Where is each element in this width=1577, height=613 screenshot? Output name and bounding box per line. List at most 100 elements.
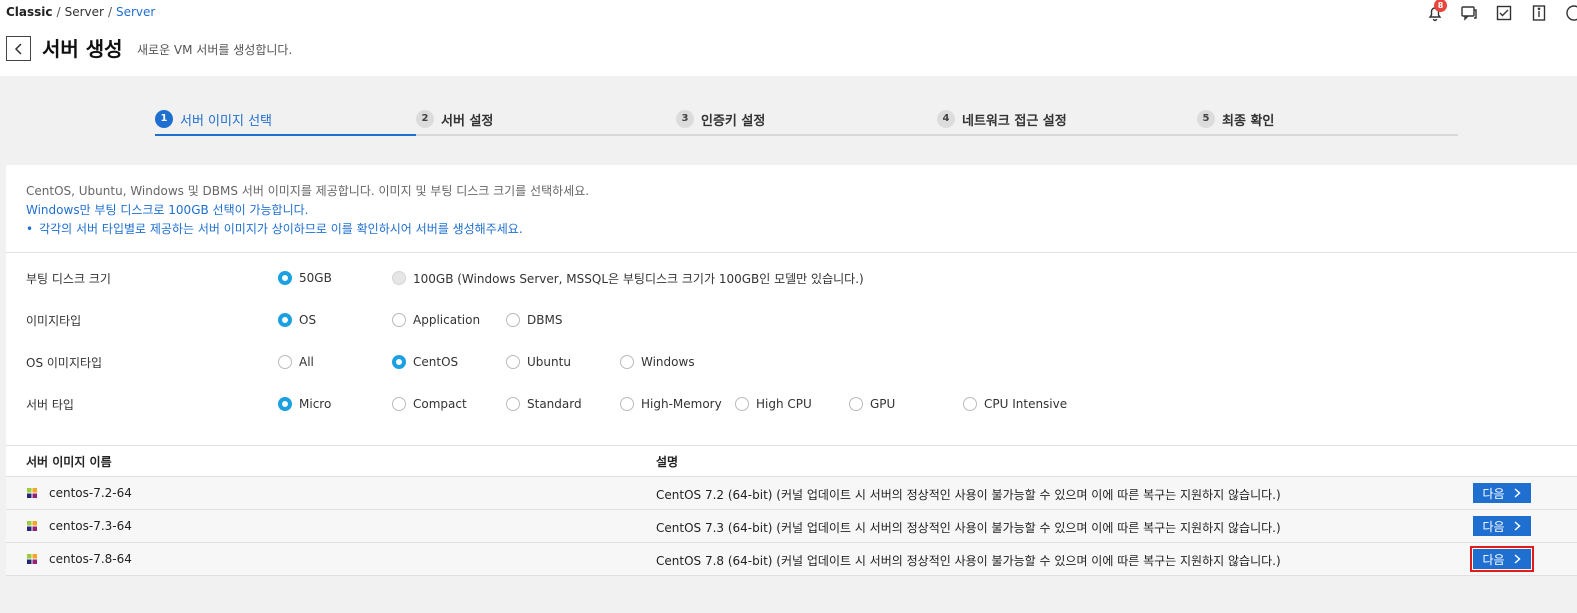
radio-label: 100GB (Windows Server, MSSQL은 부팅디스크 크기가 … bbox=[413, 271, 864, 286]
radio-standard[interactable]: Standard bbox=[506, 393, 582, 415]
radio-cpu-intensive[interactable]: CPU Intensive bbox=[963, 393, 1067, 415]
table-row[interactable]: centos-7.3-64 CentOS 7.3 (64-bit) (커널 업데… bbox=[6, 509, 1577, 542]
radio-circle bbox=[506, 355, 520, 369]
radio-circle bbox=[278, 355, 292, 369]
info-bullet-text: 각각의 서버 타입별로 제공하는 서버 이미지가 상이하므로 이를 확인하시어 … bbox=[39, 222, 523, 236]
radio-circle bbox=[392, 355, 406, 369]
next-button[interactable]: 다음 bbox=[1473, 516, 1531, 536]
chevron-right-icon bbox=[1514, 488, 1521, 498]
radio-all[interactable]: All bbox=[278, 351, 314, 373]
radio-circle bbox=[278, 313, 292, 327]
radio-dbms[interactable]: DBMS bbox=[506, 309, 562, 331]
radio-50gb[interactable]: 50GB bbox=[278, 267, 332, 289]
image-name: centos-7.3-64 bbox=[49, 519, 132, 533]
table-bottom-border bbox=[6, 575, 1577, 576]
breadcrumb: Classic / Server / Server bbox=[6, 5, 155, 19]
radio-circle bbox=[506, 397, 520, 411]
radio-high-cpu[interactable]: High CPU bbox=[735, 393, 812, 415]
chevron-left-icon bbox=[14, 42, 22, 55]
next-button[interactable]: 다음 bbox=[1473, 483, 1531, 503]
radio-label: DBMS bbox=[527, 313, 563, 327]
chevron-right-icon bbox=[1514, 521, 1521, 531]
server-type-label: 서버 타입 bbox=[26, 398, 74, 412]
radio-label: Compact bbox=[413, 397, 467, 411]
step-number: 1 bbox=[155, 110, 173, 128]
boot-disk-row: 부팅 디스크 크기 50GB 100GB (Windows Server, MS… bbox=[6, 267, 1577, 289]
radio-windows[interactable]: Windows bbox=[620, 351, 695, 373]
radio-circle bbox=[620, 397, 634, 411]
bell-icon[interactable]: 8 bbox=[1426, 0, 1447, 22]
radio-os[interactable]: OS bbox=[278, 309, 316, 331]
column-header-description: 설명 bbox=[656, 455, 679, 469]
image-description: CentOS 7.2 (64-bit) (커널 업데이트 시 서버의 정상적인 … bbox=[656, 488, 1281, 502]
table-row[interactable]: centos-7.2-64 CentOS 7.2 (64-bit) (커널 업데… bbox=[6, 476, 1577, 509]
step-final-confirm[interactable]: 5 최종 확인 bbox=[1197, 104, 1274, 134]
radio-circle bbox=[392, 271, 406, 285]
radio-compact[interactable]: Compact bbox=[392, 393, 467, 415]
info-book-icon[interactable] bbox=[1530, 4, 1548, 22]
notification-badge: 8 bbox=[1434, 0, 1447, 12]
step-label: 네트워크 접근 설정 bbox=[962, 113, 1067, 129]
step-label: 서버 이미지 선택 bbox=[180, 113, 272, 129]
radio-label: Standard bbox=[527, 397, 582, 411]
step-auth-key[interactable]: 3 인증키 설정 bbox=[676, 104, 765, 134]
breadcrumb-separator: / bbox=[107, 5, 112, 19]
radio-gpu[interactable]: GPU bbox=[849, 393, 895, 415]
step-label: 서버 설정 bbox=[441, 113, 494, 129]
back-button[interactable] bbox=[6, 36, 31, 61]
radio-label: 50GB bbox=[299, 271, 332, 285]
radio-micro[interactable]: Micro bbox=[278, 393, 331, 415]
table-header: 서버 이미지 이름 설명 bbox=[6, 445, 1577, 477]
chat-icon[interactable] bbox=[1460, 4, 1478, 22]
breadcrumb-separator: / bbox=[56, 5, 61, 19]
breadcrumb-server[interactable]: Server bbox=[65, 5, 104, 19]
table-row[interactable]: centos-7.8-64 CentOS 7.8 (64-bit) (커널 업데… bbox=[6, 542, 1577, 575]
radio-label: CPU Intensive bbox=[984, 397, 1068, 411]
breadcrumb-root[interactable]: Classic bbox=[6, 5, 53, 19]
wizard-steps: 1 서버 이미지 선택 2 서버 설정 3 인증키 설정 4 네트워크 접근 설… bbox=[155, 104, 1458, 136]
radio-ubuntu[interactable]: Ubuntu bbox=[506, 351, 571, 373]
image-description: CentOS 7.8 (64-bit) (커널 업데이트 시 서버의 정상적인 … bbox=[656, 554, 1281, 568]
bullet: • bbox=[26, 222, 34, 236]
server-type-row: 서버 타입 Micro Compact Standard High-Memory… bbox=[6, 393, 1577, 415]
radio-circle bbox=[735, 397, 749, 411]
page-subtitle: 새로운 VM 서버를 생성합니다. bbox=[137, 43, 293, 57]
radio-label: Ubuntu bbox=[527, 355, 571, 369]
info-box: CentOS, Ubuntu, Windows 및 DBMS 서버 이미지를 제… bbox=[26, 182, 589, 239]
image-selection-panel: CentOS, Ubuntu, Windows 및 DBMS 서버 이미지를 제… bbox=[6, 165, 1577, 576]
user-icon[interactable] bbox=[1565, 4, 1577, 22]
radio-100gb[interactable]: 100GB (Windows Server, MSSQL은 부팅디스크 크기가 … bbox=[392, 267, 864, 289]
next-button-label: 다음 bbox=[1482, 552, 1505, 567]
radio-label: OS bbox=[299, 313, 317, 327]
next-button-label: 다음 bbox=[1482, 519, 1505, 534]
radio-label: Micro bbox=[299, 397, 332, 411]
chevron-right-icon bbox=[1514, 554, 1521, 564]
radio-centos[interactable]: CentOS bbox=[392, 351, 458, 373]
os-image-type-label: OS 이미지타입 bbox=[26, 356, 103, 370]
radio-circle bbox=[849, 397, 863, 411]
radio-circle bbox=[620, 355, 634, 369]
radio-label: High CPU bbox=[756, 397, 812, 411]
checklist-icon[interactable] bbox=[1495, 4, 1513, 22]
step-number: 3 bbox=[676, 110, 694, 128]
image-type-row: 이미지타입 OS Application DBMS bbox=[6, 309, 1577, 331]
info-bullet-line: • 각각의 서버 타입별로 제공하는 서버 이미지가 상이하므로 이를 확인하시어… bbox=[26, 220, 589, 239]
breadcrumb-current[interactable]: Server bbox=[116, 5, 155, 19]
step-server-image[interactable]: 1 서버 이미지 선택 bbox=[155, 104, 272, 134]
radio-label: Application bbox=[413, 313, 481, 327]
radio-circle bbox=[506, 313, 520, 327]
radio-circle bbox=[392, 313, 406, 327]
radio-circle bbox=[963, 397, 977, 411]
step-network-access[interactable]: 4 네트워크 접근 설정 bbox=[937, 104, 1067, 134]
radio-application[interactable]: Application bbox=[392, 309, 480, 331]
step-label: 인증키 설정 bbox=[701, 113, 766, 129]
next-button-highlighted[interactable]: 다음 bbox=[1470, 546, 1534, 572]
centos-logo-icon bbox=[27, 521, 37, 531]
step-number: 5 bbox=[1197, 110, 1215, 128]
step-server-settings[interactable]: 2 서버 설정 bbox=[416, 104, 493, 134]
radio-circle bbox=[278, 271, 292, 285]
step-number: 4 bbox=[937, 110, 955, 128]
next-button-label: 다음 bbox=[1482, 486, 1505, 501]
radio-high-memory[interactable]: High-Memory bbox=[620, 393, 722, 415]
centos-logo-icon bbox=[27, 554, 37, 564]
